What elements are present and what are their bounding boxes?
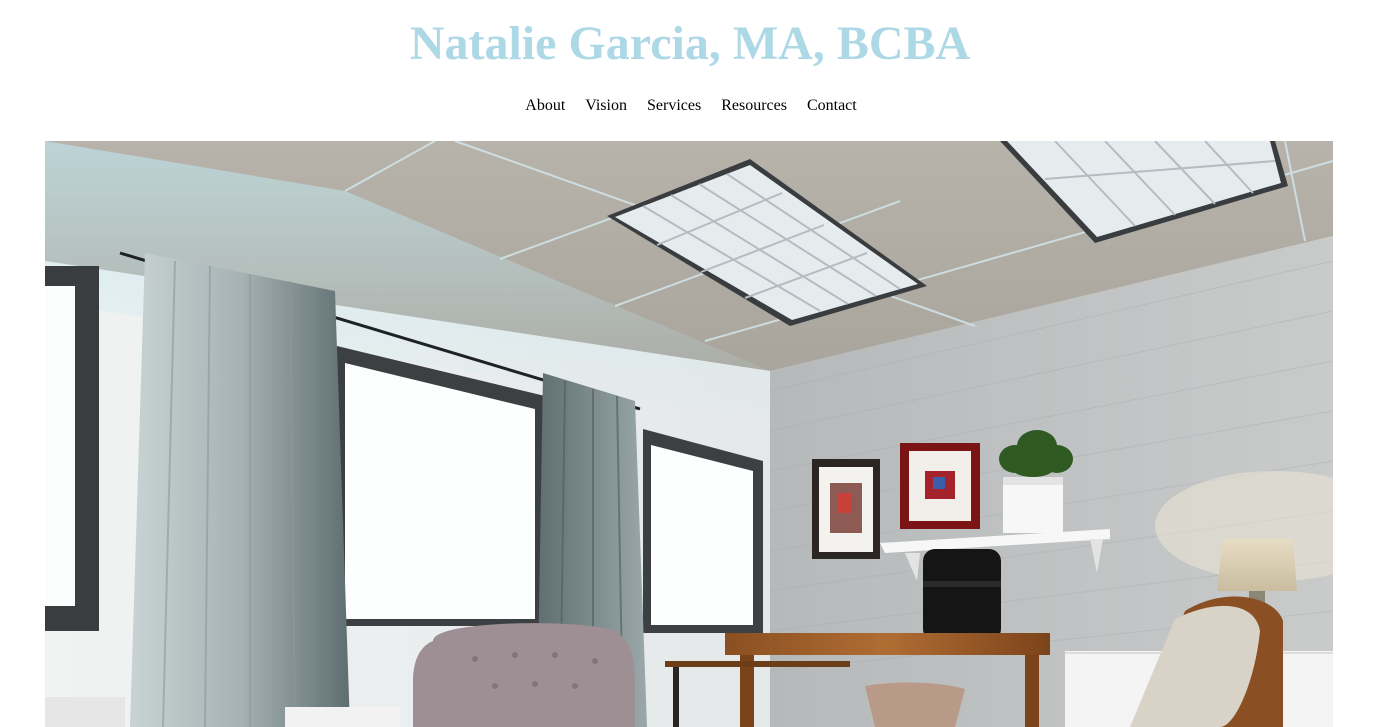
site-title[interactable]: Natalie Garcia, MA, BCBA (0, 14, 1380, 74)
hero-image (45, 141, 1333, 727)
nav-vision[interactable]: Vision (585, 96, 627, 116)
nav-resources[interactable]: Resources (721, 96, 787, 116)
nav-services[interactable]: Services (647, 96, 701, 116)
nav-about[interactable]: About (525, 96, 565, 116)
office-interior-illustration (45, 141, 1333, 727)
main-nav: About Vision Services Resources Contact (0, 96, 1380, 116)
site-header: Natalie Garcia, MA, BCBA About Vision Se… (0, 0, 1380, 141)
nav-contact[interactable]: Contact (807, 96, 857, 116)
